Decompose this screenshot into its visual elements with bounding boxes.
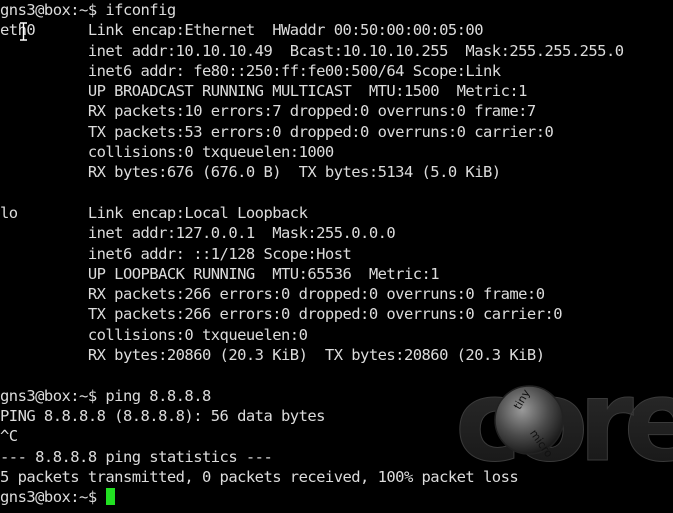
terminal-line: inet6 addr: fe80::250:ff:fe00:500/64 Sco… [0, 61, 501, 80]
terminal-window[interactable]: core tiny micro gns3@box:~$ ifconfig eth0… [0, 0, 673, 513]
shell-prompt: gns3@box:~$ [0, 488, 106, 507]
terminal-line: collisions:0 txqueuelen:1000 [0, 143, 334, 162]
terminal-line: inet addr:10.10.10.49 Bcast:10.10.10.255… [0, 41, 624, 60]
terminal-line: RX bytes:676 (676.0 B) TX bytes:5134 (5.… [0, 163, 501, 182]
terminal-line: inet addr:127.0.0.1 Mask:255.0.0.0 [0, 224, 396, 243]
terminal-line: collisions:0 txqueuelen:0 [0, 325, 308, 344]
block-cursor [106, 488, 116, 506]
prompt-line[interactable]: gns3@box:~$ [0, 487, 624, 507]
terminal-line: RX packets:10 errors:7 dropped:0 overrun… [0, 102, 536, 121]
terminal-line: TX packets:53 errors:0 dropped:0 overrun… [0, 122, 554, 141]
terminal-line: gns3@box:~$ ifconfig [0, 1, 176, 19]
terminal-line: lo Link encap:Local Loopback [0, 203, 308, 222]
terminal-line: RX packets:266 errors:0 dropped:0 overru… [0, 285, 545, 304]
terminal-line: eth0 Link encap:Ethernet HWaddr 00:50:00… [0, 21, 484, 40]
terminal-line: PING 8.8.8.8 (8.8.8.8): 56 data bytes [0, 406, 325, 425]
terminal-output: gns3@box:~$ ifconfig eth0 Link encap:Ethe… [0, 0, 624, 507]
text-cursor-ibeam-icon [20, 22, 27, 41]
terminal-line: 5 packets transmitted, 0 packets receive… [0, 467, 519, 486]
terminal-line: inet6 addr: ::1/128 Scope:Host [0, 244, 352, 263]
terminal-line: UP BROADCAST RUNNING MULTICAST MTU:1500 … [0, 82, 528, 101]
terminal-line: gns3@box:~$ ping 8.8.8.8 [0, 386, 211, 405]
terminal-line: UP LOOPBACK RUNNING MTU:65536 Metric:1 [0, 264, 440, 283]
terminal-line: ^C [0, 427, 18, 446]
terminal-line: RX bytes:20860 (20.3 KiB) TX bytes:20860… [0, 346, 545, 365]
terminal-line: TX packets:266 errors:0 dropped:0 overru… [0, 305, 563, 324]
terminal-line: --- 8.8.8.8 ping statistics --- [0, 447, 273, 466]
